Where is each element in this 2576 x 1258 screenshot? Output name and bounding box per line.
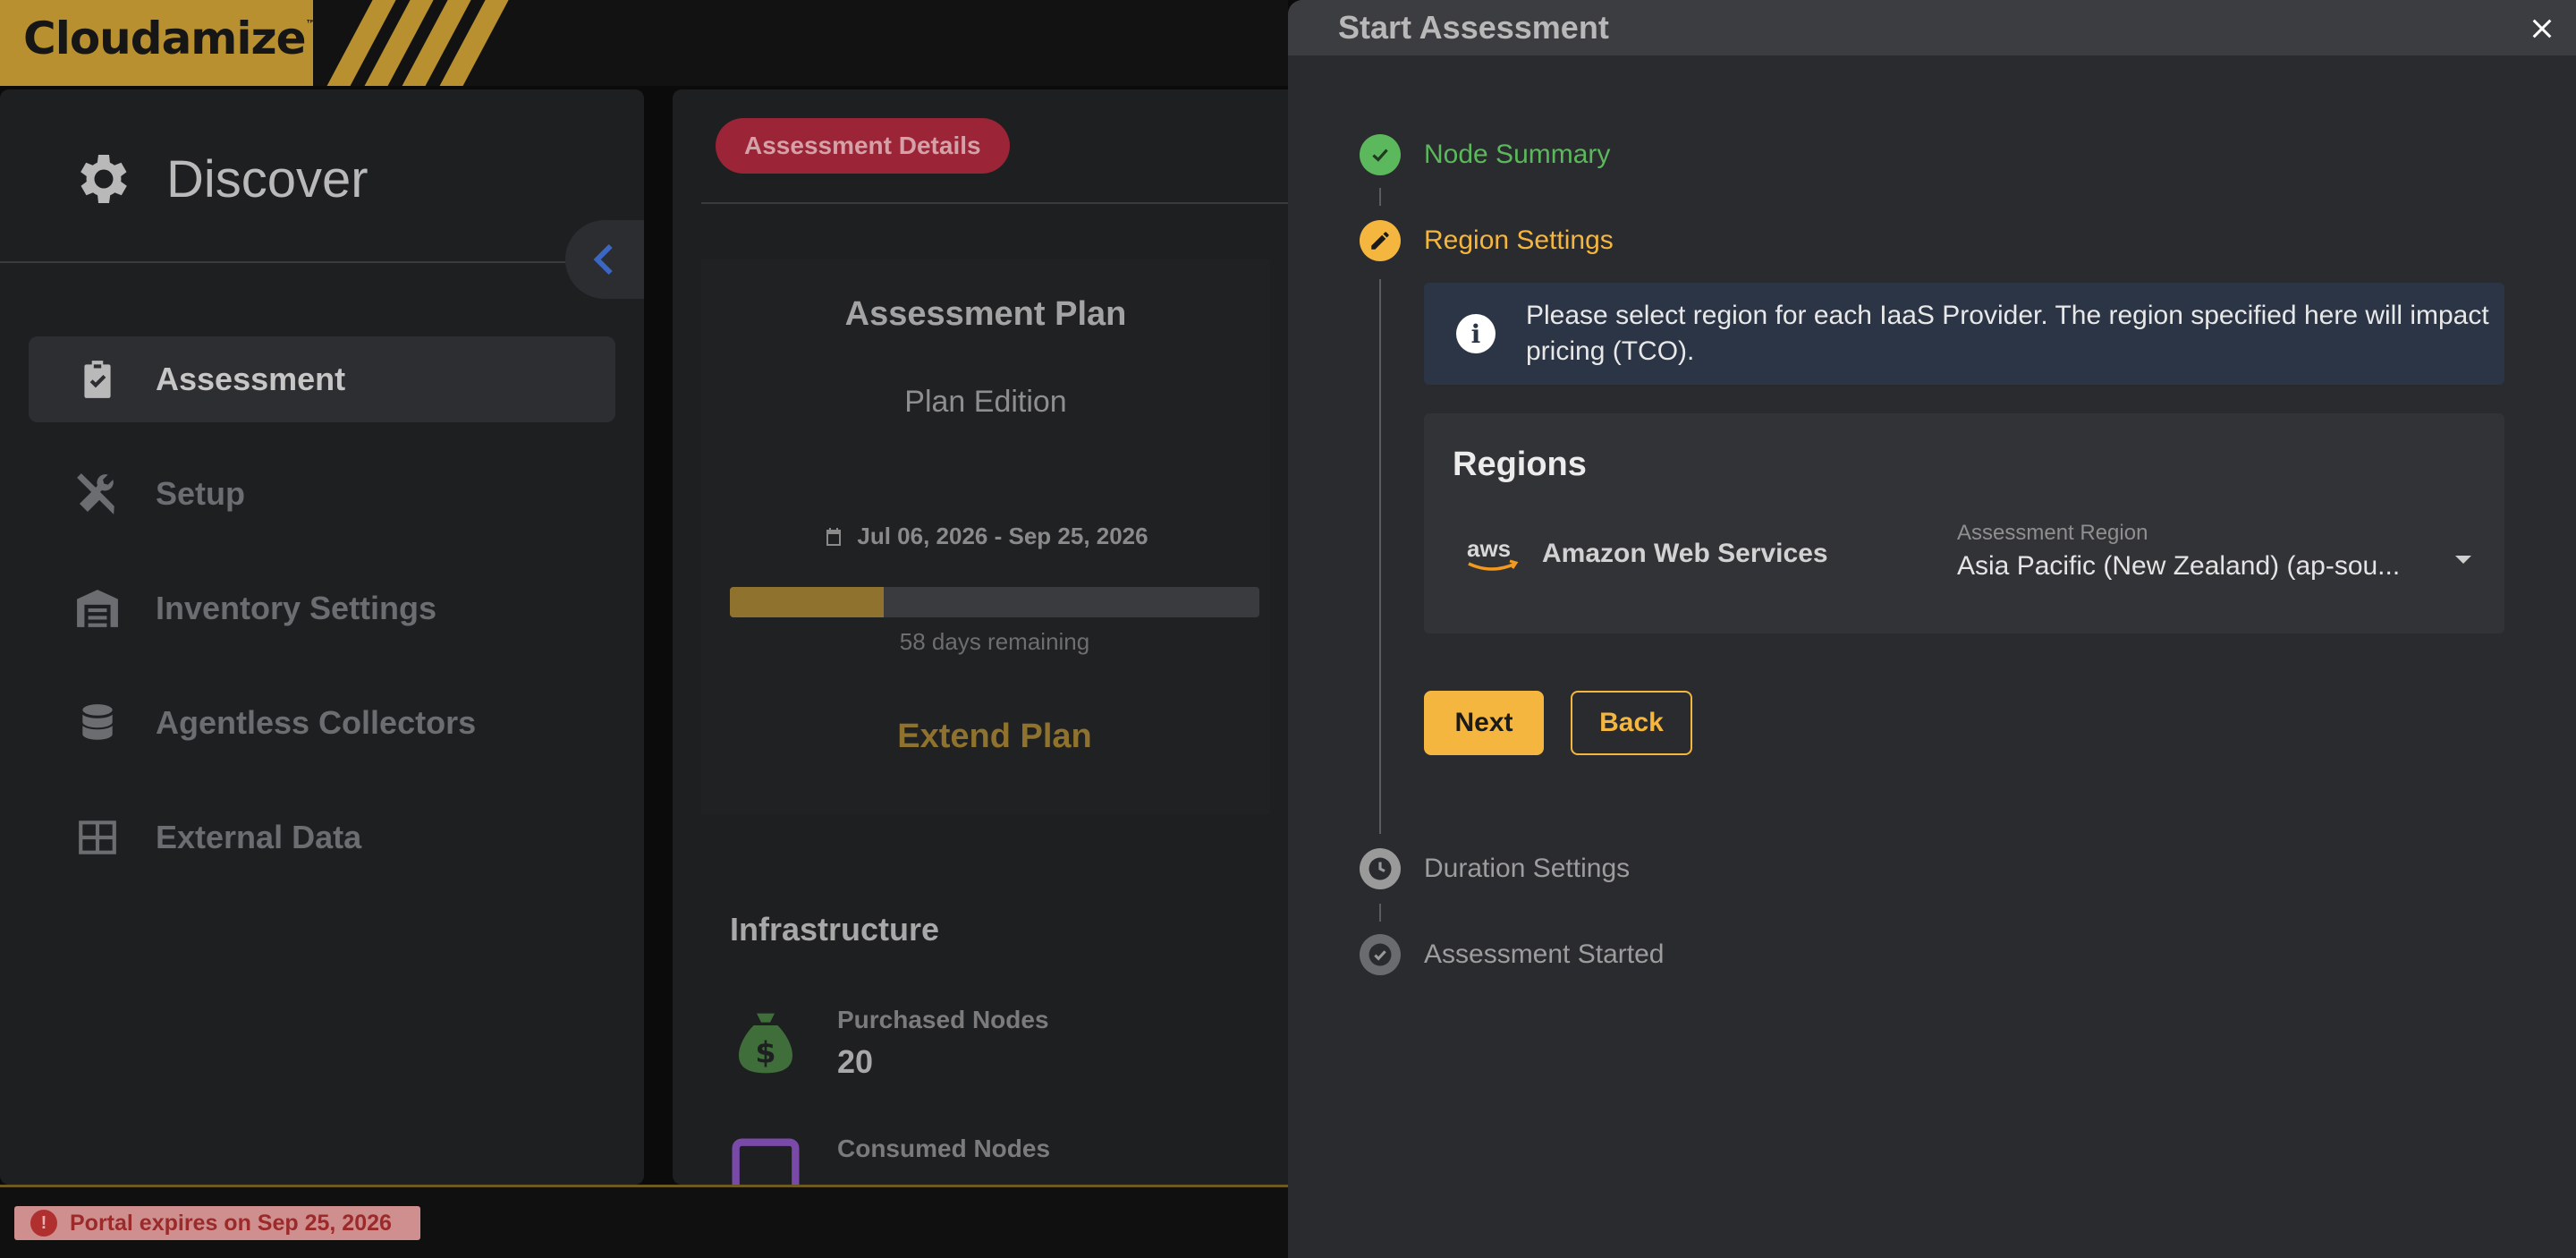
sidebar-title: Discover: [72, 147, 369, 211]
start-assessment-drawer: Start Assessment Node Summary Region Set…: [1288, 0, 2576, 1258]
close-button[interactable]: [2522, 9, 2562, 48]
plan-edition: Plan Edition: [904, 385, 1067, 419]
step-connector: [1379, 279, 1381, 834]
step-assessment-started-icon: [1360, 934, 1401, 975]
tab-assessment-details[interactable]: Assessment Details: [716, 118, 1010, 174]
aws-logo-icon: aws: [1467, 535, 1519, 571]
plan-dates: Jul 06, 2026 - Sep 25, 2026: [701, 523, 1270, 550]
assessment-region-select[interactable]: Asia Pacific (New Zealand) (ap-sou...: [1957, 551, 2422, 582]
sidebar-item-label: External Data: [156, 819, 362, 855]
sidebar-item-agentless-collectors[interactable]: Agentless Collectors: [29, 680, 615, 766]
collapse-sidebar-button[interactable]: [565, 220, 644, 299]
consumed-nodes: Consumed Nodes: [730, 1135, 1050, 1185]
step-duration-settings-clock-icon: [1360, 848, 1401, 889]
warehouse-icon: [77, 590, 118, 627]
assessment-plan-card: Assessment Plan Plan Edition Jul 06, 202…: [701, 259, 1270, 814]
sidebar: Discover Assessment Setup Inventory Sett…: [0, 89, 644, 1185]
gear-icon: [80, 155, 127, 203]
tools-icon: [77, 473, 114, 514]
sidebar-item-label: Agentless Collectors: [156, 704, 477, 741]
alert-icon: !: [30, 1210, 57, 1237]
extend-plan-button[interactable]: Extend Plan: [701, 718, 1288, 756]
drawer-header: Start Assessment: [1288, 0, 2576, 55]
purchased-nodes: $ Purchased Nodes 20: [730, 1006, 1049, 1081]
step-node-summary-check-icon: [1360, 134, 1401, 175]
assessment-region-label: Assessment Region: [1957, 521, 2148, 545]
top-bar: Cloudamize™: [0, 0, 1288, 86]
portal-expiry-banner: ! Portal expires on Sep 25, 2026: [14, 1206, 420, 1240]
calendar-icon: [826, 527, 842, 546]
check-circle-icon: [1368, 943, 1392, 966]
step-region-settings[interactable]: Region Settings: [1424, 225, 1614, 256]
infrastructure-title: Infrastructure: [730, 911, 940, 948]
info-text: Please select region for each IaaS Provi…: [1526, 301, 2489, 366]
back-button[interactable]: Back: [1571, 691, 1692, 755]
svg-text:aws: aws: [1467, 535, 1511, 562]
sidebar-item-inventory-settings[interactable]: Inventory Settings: [29, 565, 615, 651]
step-connector: [1379, 904, 1381, 922]
sidebar-nav: Assessment Setup Inventory Settings Agen…: [29, 336, 615, 909]
main-panel: Assessment Details Assessment Plan Plan …: [673, 89, 1299, 1185]
sidebar-item-label: Assessment: [156, 361, 346, 397]
plan-title: Assessment Plan: [844, 295, 1127, 333]
drawer-title: Start Assessment: [1338, 9, 1609, 46]
svg-text:$: $: [755, 1035, 775, 1070]
regions-card: Regions aws Amazon Web Services Assessme…: [1424, 413, 2504, 633]
chevron-left-icon: [593, 243, 613, 276]
sidebar-item-assessment[interactable]: Assessment: [29, 336, 615, 422]
table-icon: [79, 820, 116, 854]
provider-name: Amazon Web Services: [1542, 539, 1828, 568]
database-icon: [82, 704, 113, 740]
sidebar-item-external-data[interactable]: External Data: [29, 795, 615, 880]
days-remaining: 58 days remaining: [899, 628, 1090, 655]
sidebar-title-text: Discover: [166, 149, 369, 208]
purchased-nodes-value: 20: [837, 1043, 874, 1080]
consumed-nodes-label: Consumed Nodes: [837, 1135, 1051, 1162]
regions-title: Regions: [1453, 446, 1587, 483]
main-divider: [701, 202, 1299, 204]
portal-expiry-text: Portal expires on Sep 25, 2026: [70, 1210, 392, 1236]
pencil-icon: [1371, 232, 1389, 250]
brand-logo[interactable]: Cloudamize™: [0, 0, 519, 86]
sidebar-item-label: Inventory Settings: [156, 590, 437, 626]
caret-down-icon: [2455, 556, 2471, 564]
clipboard-check-icon: [84, 361, 111, 398]
plan-progress-fill: [730, 587, 884, 617]
money-bag-icon: $: [739, 1013, 792, 1074]
step-connector: [1379, 188, 1381, 206]
dropdown-arrow[interactable]: [2451, 548, 2476, 573]
step-assessment-started[interactable]: Assessment Started: [1424, 939, 1664, 970]
clock-icon: [1368, 857, 1392, 880]
step-duration-settings[interactable]: Duration Settings: [1424, 854, 1630, 884]
step-region-settings-edit-icon: [1360, 220, 1401, 261]
next-button[interactable]: Next: [1424, 691, 1544, 755]
sidebar-divider: [0, 261, 572, 263]
brand-name: Cloudamize™: [23, 13, 317, 64]
info-message: i Please select region for each IaaS Pro…: [1424, 283, 2504, 385]
plan-date-range: Jul 06, 2026 - Sep 25, 2026: [857, 523, 1148, 549]
close-icon: [2532, 19, 2552, 38]
sidebar-item-setup[interactable]: Setup: [29, 451, 615, 537]
server-icon: [732, 1138, 800, 1185]
check-icon: [1372, 149, 1388, 162]
sidebar-item-label: Setup: [156, 475, 246, 512]
plan-progress-bar: [730, 587, 1259, 617]
purchased-nodes-label: Purchased Nodes: [837, 1006, 1049, 1033]
info-icon: i: [1456, 314, 1496, 353]
step-node-summary[interactable]: Node Summary: [1424, 140, 1610, 170]
